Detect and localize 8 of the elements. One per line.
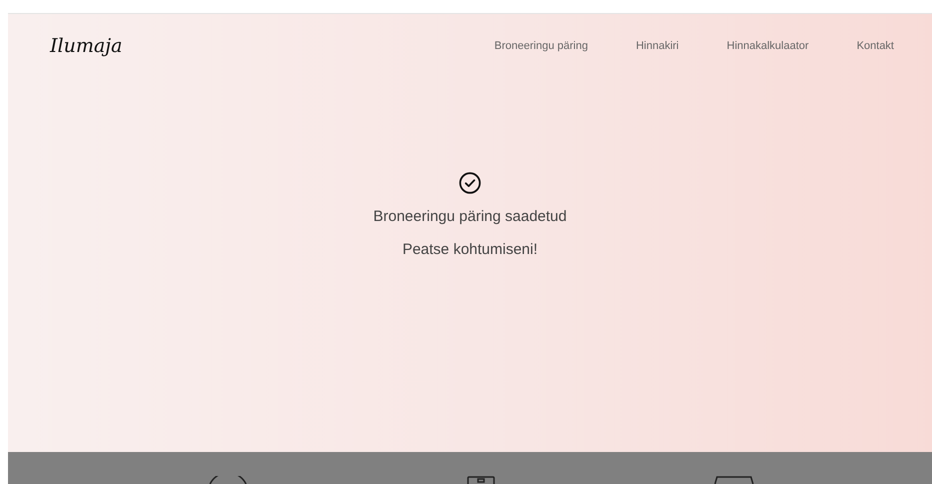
confirmation-message: Peatse kohtumiseni! xyxy=(402,241,538,258)
confirmation-title: Broneeringu päring saadetud xyxy=(373,208,567,225)
nav-link[interactable]: Kontakt xyxy=(856,40,894,52)
nav-link[interactable]: Hinnakiri xyxy=(636,40,679,52)
checkmark-circle-icon xyxy=(459,172,481,194)
nav-link[interactable]: Broneeringu päring xyxy=(494,40,588,52)
logo-link[interactable]: Ilumaja xyxy=(50,35,122,57)
nav-link[interactable]: Hinnakalkulaator xyxy=(726,40,809,52)
